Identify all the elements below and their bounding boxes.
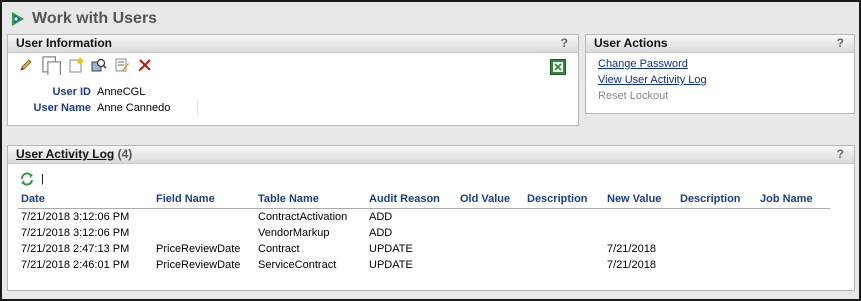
activity-log-toolbar: | xyxy=(8,169,854,189)
cell-job-name xyxy=(757,241,830,257)
cell-old-value xyxy=(457,257,524,273)
delete-icon[interactable] xyxy=(137,57,153,73)
column-header-date[interactable]: Date xyxy=(18,193,153,209)
user-id-label: User ID xyxy=(52,86,91,98)
cell-audit-reason: UPDATE xyxy=(369,243,413,255)
user-information-header: User Information ? xyxy=(8,35,578,53)
cell-table-name: ServiceContract xyxy=(258,259,337,271)
column-header-description[interactable]: Description xyxy=(524,193,604,209)
cell-date: 7/21/2018 3:12:06 PM xyxy=(21,227,130,239)
cell-old-value xyxy=(457,225,524,241)
app-logo-icon xyxy=(12,12,24,26)
user-info-toolbar xyxy=(8,55,578,75)
excel-export-icon[interactable] xyxy=(550,59,566,75)
cell-table-name: Contract xyxy=(258,243,300,255)
cell-description xyxy=(524,257,604,273)
user-information-title: User Information xyxy=(16,36,113,50)
user-activity-log-header: User Activity Log (4) ? xyxy=(8,146,854,164)
user-actions-panel: User Actions ? Change Password View User… xyxy=(585,34,855,114)
cell-description-2 xyxy=(677,209,757,226)
activity-log-table: Date Field Name Table Name Audit Reason … xyxy=(18,193,830,273)
cell-job-name xyxy=(757,225,830,241)
table-header-row: Date Field Name Table Name Audit Reason … xyxy=(18,193,830,209)
cell-field-name: PriceReviewDate xyxy=(156,259,241,271)
user-actions-title: User Actions xyxy=(594,36,668,50)
user-name-label: User Name xyxy=(33,102,91,114)
cell-old-value xyxy=(457,241,524,257)
cell-new-value xyxy=(604,225,677,241)
user-activity-log-panel: User Activity Log (4) ? | Date Field Nam… xyxy=(7,145,855,291)
table-row[interactable]: 7/21/2018 3:12:06 PM ContractActivation … xyxy=(18,209,830,226)
cell-audit-reason: UPDATE xyxy=(369,259,413,271)
help-icon[interactable]: ? xyxy=(837,35,844,52)
cell-job-name xyxy=(757,209,830,226)
view-user-activity-log-link[interactable]: View User Activity Log xyxy=(598,72,854,88)
cell-audit-reason: ADD xyxy=(369,211,393,223)
column-header-description-2[interactable]: Description xyxy=(677,193,757,209)
toolbar-separator: | xyxy=(41,173,44,185)
cell-description xyxy=(524,241,604,257)
cell-description xyxy=(524,209,604,226)
cell-audit-reason: ADD xyxy=(369,227,393,239)
cell-date: 7/21/2018 2:47:13 PM xyxy=(21,243,130,255)
help-icon[interactable]: ? xyxy=(837,146,844,163)
column-header-field-name[interactable]: Field Name xyxy=(153,193,255,209)
column-header-table-name[interactable]: Table Name xyxy=(255,193,366,209)
notes-icon[interactable] xyxy=(114,57,130,73)
cell-job-name xyxy=(757,257,830,273)
copy-icon[interactable] xyxy=(41,55,61,75)
field-divider xyxy=(197,99,198,115)
user-id-value: AnneCGL xyxy=(97,86,146,98)
activity-log-count: (4) xyxy=(117,147,133,161)
cell-field-name xyxy=(153,225,255,241)
cell-description-2 xyxy=(677,257,757,273)
cell-description-2 xyxy=(677,225,757,241)
cell-description-2 xyxy=(677,241,757,257)
help-icon[interactable]: ? xyxy=(561,35,568,52)
cell-description xyxy=(524,225,604,241)
reset-lockout-link: Reset Lockout xyxy=(598,90,669,102)
cell-field-name xyxy=(153,209,255,226)
new-icon[interactable] xyxy=(68,57,84,73)
cell-new-value xyxy=(604,209,677,226)
page-title-bar: Work with Users xyxy=(10,9,157,29)
change-password-link[interactable]: Change Password xyxy=(598,56,854,72)
column-header-job-name[interactable]: Job Name xyxy=(757,193,830,209)
find-icon[interactable] xyxy=(91,57,107,73)
user-information-panel: User Information ? User ID AnneCGL User … xyxy=(7,34,579,126)
cell-new-value: 7/21/2018 xyxy=(607,259,656,271)
table-row[interactable]: 7/21/2018 3:12:06 PM VendorMarkup ADD xyxy=(18,225,830,241)
column-header-audit-reason[interactable]: Audit Reason xyxy=(366,193,457,209)
column-header-old-value[interactable]: Old Value xyxy=(457,193,524,209)
window-frame: Work with Users User Information ? User … xyxy=(0,0,861,301)
column-header-new-value[interactable]: New Value xyxy=(604,193,677,209)
cell-date: 7/21/2018 2:46:01 PM xyxy=(21,259,130,271)
cell-table-name: ContractActivation xyxy=(258,211,348,223)
user-activity-log-title[interactable]: User Activity Log xyxy=(16,147,114,161)
cell-field-name: PriceReviewDate xyxy=(156,243,241,255)
table-row[interactable]: 7/21/2018 2:46:01 PM PriceReviewDate Ser… xyxy=(18,257,830,273)
user-actions-list: Change Password View User Activity Log R… xyxy=(586,53,854,104)
table-row[interactable]: 7/21/2018 2:47:13 PM PriceReviewDate Con… xyxy=(18,241,830,257)
refresh-icon[interactable] xyxy=(19,171,35,187)
cell-new-value: 7/21/2018 xyxy=(607,243,656,255)
cell-table-name: VendorMarkup xyxy=(258,227,330,239)
cell-date: 7/21/2018 3:12:06 PM xyxy=(21,211,130,223)
page-title: Work with Users xyxy=(32,10,158,27)
user-actions-header: User Actions ? xyxy=(586,35,854,53)
cell-old-value xyxy=(457,209,524,226)
user-name-value: Anne Cannedo xyxy=(97,102,171,114)
edit-icon[interactable] xyxy=(18,57,34,73)
